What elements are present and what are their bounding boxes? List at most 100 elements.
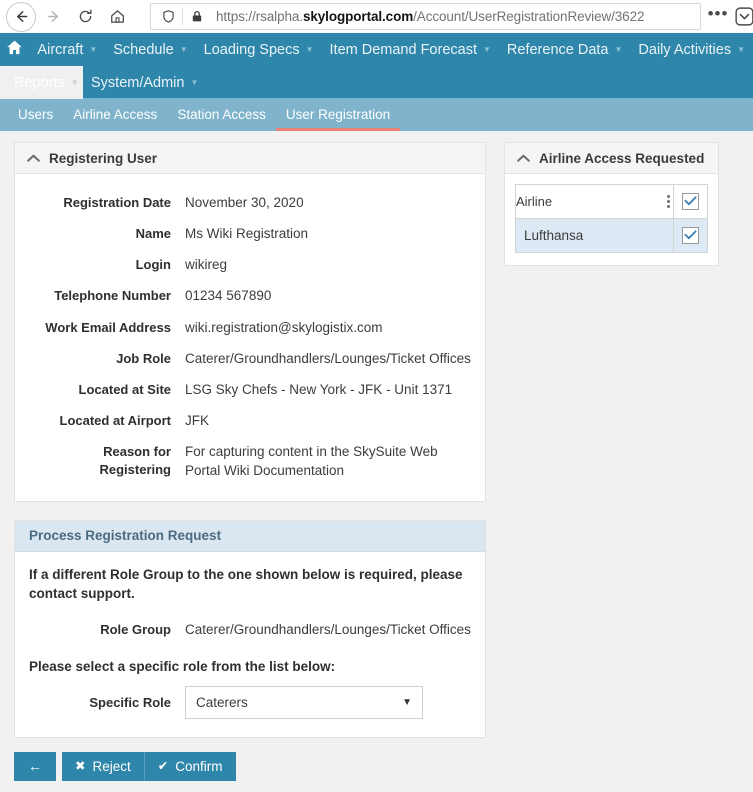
- specific-role-selected-value: Caterers: [196, 694, 248, 710]
- browser-right-controls: •••: [705, 4, 753, 30]
- home-icon: [5, 38, 24, 62]
- reject-button[interactable]: ✖ Reject: [62, 751, 144, 781]
- url-prefix: https://rsalpha.: [216, 9, 303, 24]
- decision-button-group: ✖ Reject ✔ Confirm: [62, 751, 236, 781]
- chevron-down-icon: ▼: [89, 44, 98, 54]
- chevron-down-icon: ▼: [179, 44, 188, 54]
- field-value: JFK: [185, 413, 210, 429]
- url-text: https://rsalpha.skylogportal.com/Account…: [210, 9, 644, 24]
- reject-label: Reject: [92, 758, 131, 774]
- nav-label: Item Demand Forecast: [329, 41, 477, 58]
- row-checkbox[interactable]: [682, 226, 699, 244]
- role-group-note: If a different Role Group to the one sho…: [29, 566, 463, 602]
- tab-airline-access[interactable]: Airline Access: [63, 107, 167, 132]
- field-label: Registration Date: [63, 195, 171, 210]
- reload-icon: [77, 8, 94, 25]
- table-head: Airline: [515, 184, 708, 219]
- field-value: November 30, 2020: [185, 195, 304, 210]
- nav-item-reports[interactable]: Reports ▼: [0, 66, 83, 99]
- panel-title: Registering User: [49, 150, 158, 166]
- home-icon: [109, 8, 126, 25]
- column-header-airline[interactable]: Airline: [515, 184, 674, 219]
- app-nav-row-secondary: Reports ▼ System/Admin ▼: [0, 66, 753, 99]
- table-header-row: Airline: [515, 184, 708, 219]
- chevron-up-icon[interactable]: [517, 154, 530, 163]
- app-home-button[interactable]: [0, 33, 29, 66]
- tab-users[interactable]: Users: [8, 107, 63, 132]
- nav-item-daily-activities[interactable]: Daily Activities ▼: [630, 33, 753, 66]
- field-row: Name Ms Wiki Registration: [15, 218, 485, 249]
- address-divider: [182, 8, 183, 25]
- registering-user-panel-header[interactable]: Registering User: [15, 143, 485, 174]
- back-button[interactable]: ←: [14, 751, 56, 781]
- field-value: For capturing content in the SkySuite We…: [185, 444, 438, 479]
- nav-item-item-demand-forecast[interactable]: Item Demand Forecast ▼: [322, 33, 499, 66]
- browser-nav-buttons: [6, 1, 132, 32]
- chevron-up-icon[interactable]: [27, 154, 40, 163]
- chevron-down-icon: ▼: [483, 44, 491, 54]
- nav-label: Schedule: [113, 41, 174, 58]
- nav-item-system-admin[interactable]: System/Admin ▼: [83, 66, 206, 99]
- nav-item-loading-specs[interactable]: Loading Specs ▼: [196, 33, 322, 66]
- airline-select-cell[interactable]: [673, 218, 708, 253]
- forward-button[interactable]: [38, 2, 68, 32]
- registering-user-panel: Registering User Registration Date Novem…: [14, 142, 486, 502]
- select-all-checkbox[interactable]: [682, 192, 699, 210]
- table-body: Lufthansa: [515, 218, 708, 253]
- airline-name: Lufthansa: [515, 218, 674, 253]
- field-value: Ms Wiki Registration: [185, 226, 309, 242]
- field-value: 01234 567890: [185, 288, 272, 304]
- kebab-menu-icon[interactable]: [664, 193, 673, 210]
- table-row[interactable]: Lufthansa: [515, 218, 708, 253]
- sub-tab-strip: Users Airline Access Station Access User…: [0, 98, 753, 131]
- reload-button[interactable]: [70, 2, 100, 32]
- confirm-button[interactable]: ✔ Confirm: [143, 751, 236, 781]
- tab-station-access[interactable]: Station Access: [167, 107, 276, 132]
- main-content: Registering User Registration Date Novem…: [0, 131, 753, 781]
- field-row: Located at Airport JFK: [15, 405, 485, 436]
- nav-item-aircraft[interactable]: Aircraft ▼: [29, 33, 105, 66]
- back-button[interactable]: [6, 1, 36, 32]
- address-bar[interactable]: https://rsalpha.skylogportal.com/Account…: [150, 3, 701, 30]
- airline-access-panel-header[interactable]: Airline Access Requested: [505, 143, 718, 174]
- field-label: Reason for Registering: [99, 444, 171, 477]
- chevron-down-circle-icon[interactable]: [733, 4, 753, 30]
- specific-role-select[interactable]: Caterers ▼: [185, 685, 423, 719]
- panel-title: Airline Access Requested: [539, 150, 705, 166]
- tab-user-registration[interactable]: User Registration: [275, 107, 401, 131]
- nav-label: Loading Specs: [203, 41, 300, 58]
- field-row: Login wikireg: [15, 249, 485, 280]
- specific-role-row: Specific Role Caterers ▼: [29, 685, 471, 719]
- specific-role-label: Specific Role: [89, 694, 171, 710]
- column-header-select-all[interactable]: [673, 184, 708, 219]
- registering-user-fields: Registration Date November 30, 2020 Name…: [15, 174, 485, 501]
- field-label: Located at Site: [78, 381, 171, 397]
- chevron-down-icon: ▼: [70, 77, 79, 87]
- airline-access-table: Airline Lufthansa: [515, 184, 708, 253]
- shield-icon[interactable]: [155, 6, 181, 28]
- field-value: wiki.registration@skylogistix.com: [185, 319, 383, 335]
- browser-menu-button[interactable]: •••: [705, 4, 731, 30]
- app-nav-row-primary: Aircraft ▼ Schedule ▼ Loading Specs ▼ It…: [0, 33, 753, 66]
- panel-gap: [14, 502, 486, 520]
- field-row: Reason for Registering For capturing con…: [15, 436, 485, 486]
- field-label: Login: [135, 257, 171, 273]
- lock-icon[interactable]: [184, 6, 210, 28]
- field-label: Job Role: [116, 350, 171, 366]
- field-row: Job Role Caterer/Groundhandlers/Lounges/…: [15, 343, 485, 374]
- process-registration-panel-header: Process Registration Request: [15, 520, 485, 552]
- field-label: Name: [135, 226, 171, 242]
- nav-label: System/Admin: [91, 74, 185, 91]
- field-value: LSG Sky Chefs - New York - JFK - Unit 13…: [185, 381, 453, 397]
- nav-item-schedule[interactable]: Schedule ▼: [105, 33, 195, 66]
- role-group-label: Role Group: [100, 621, 171, 637]
- nav-label: Aircraft: [37, 41, 84, 58]
- field-row: Work Email Address wiki.registration@sky…: [15, 312, 485, 343]
- nav-label: Reports: [14, 74, 65, 91]
- home-button[interactable]: [102, 2, 132, 32]
- process-registration-panel: Process Registration Request If a differ…: [14, 519, 486, 738]
- nav-item-reference-data[interactable]: Reference Data ▼: [499, 33, 630, 66]
- field-label: Telephone Number: [54, 288, 171, 304]
- airline-access-table-wrapper: Airline Lufthansa: [505, 174, 718, 265]
- check-icon: ✔: [157, 759, 169, 774]
